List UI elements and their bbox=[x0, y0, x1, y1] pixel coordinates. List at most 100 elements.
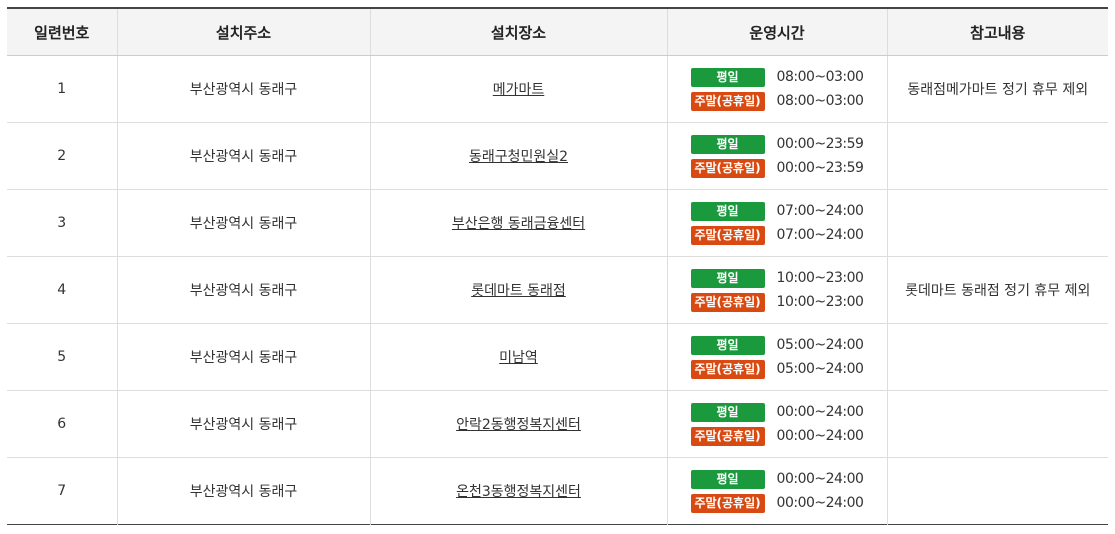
cell-hours: 평일 10:00~23:00 주말(공휴일) 10:00~23:00 bbox=[667, 256, 888, 324]
cell-address: 부산광역시 동래구 bbox=[117, 390, 371, 458]
place-link[interactable]: 부산은행 동래금융센터 bbox=[452, 216, 585, 232]
cell-address: 부산광역시 동래구 bbox=[117, 256, 371, 324]
cell-note bbox=[887, 390, 1108, 458]
cell-place: 메가마트 bbox=[370, 55, 668, 123]
table-row: 1 부산광역시 동래구 메가마트 평일 08:00~03:00 주말(공휴일) 08… bbox=[7, 55, 1108, 123]
table-row: 5 부산광역시 동래구 미남역 평일 05:00~24:00 주말(공휴일) 05:… bbox=[7, 323, 1108, 391]
weekday-hours: 00:00~23:59 bbox=[776, 136, 864, 152]
cell-serial-number: 3 bbox=[7, 189, 118, 257]
weekend-hours-line: 주말(공휴일) 07:00~24:00 bbox=[690, 223, 864, 247]
weekend-badge: 주말(공휴일) bbox=[690, 158, 765, 178]
weekday-hours: 00:00~24:00 bbox=[776, 471, 864, 487]
weekday-badge: 평일 bbox=[690, 201, 765, 221]
table-header: 일련번호 설치주소 설치장소 운영시간 참고내용 bbox=[7, 8, 1108, 56]
cell-hours: 평일 00:00~23:59 주말(공휴일) 00:00~23:59 bbox=[667, 122, 888, 190]
weekend-hours-line: 주말(공휴일) 00:00~23:59 bbox=[690, 156, 864, 180]
weekend-hours: 00:00~23:59 bbox=[776, 160, 864, 176]
weekend-hours: 05:00~24:00 bbox=[776, 361, 864, 377]
cell-note bbox=[887, 323, 1108, 391]
weekday-hours: 08:00~03:00 bbox=[776, 69, 864, 85]
table-row: 3 부산광역시 동래구 부산은행 동래금융센터 평일 07:00~24:00 주말… bbox=[7, 189, 1108, 257]
weekday-hours: 10:00~23:00 bbox=[776, 270, 864, 286]
hours-block: 평일 07:00~24:00 주말(공휴일) 07:00~24:00 bbox=[690, 199, 864, 247]
cell-note bbox=[887, 189, 1108, 257]
weekend-hours-line: 주말(공휴일) 08:00~03:00 bbox=[690, 89, 864, 113]
place-link[interactable]: 온천3동행정복지센터 bbox=[456, 484, 581, 500]
weekday-hours-line: 평일 08:00~03:00 bbox=[690, 65, 864, 89]
weekend-hours-line: 주말(공휴일) 10:00~23:00 bbox=[690, 290, 864, 314]
weekday-hours-line: 평일 00:00~24:00 bbox=[690, 467, 864, 491]
hours-block: 평일 10:00~23:00 주말(공휴일) 10:00~23:00 bbox=[690, 266, 864, 314]
weekend-hours-line: 주말(공휴일) 05:00~24:00 bbox=[690, 357, 864, 381]
weekend-hours-line: 주말(공휴일) 00:00~24:00 bbox=[690, 491, 864, 515]
weekday-badge: 평일 bbox=[690, 469, 765, 489]
table-row: 4 부산광역시 동래구 롯데마트 동래점 평일 10:00~23:00 주말(공휴… bbox=[7, 256, 1108, 324]
weekday-badge: 평일 bbox=[690, 134, 765, 154]
weekday-hours-line: 평일 05:00~24:00 bbox=[690, 333, 864, 357]
table-row: 2 부산광역시 동래구 동래구청민원실2 평일 00:00~23:59 주말(공휴… bbox=[7, 122, 1108, 190]
place-link[interactable]: 동래구청민원실2 bbox=[469, 149, 568, 165]
weekday-hours: 05:00~24:00 bbox=[776, 337, 864, 353]
hours-block: 평일 00:00~23:59 주말(공휴일) 00:00~23:59 bbox=[690, 132, 864, 180]
header-install-place: 설치장소 bbox=[370, 8, 668, 56]
cell-place: 부산은행 동래금융센터 bbox=[370, 189, 668, 257]
page: 일련번호 설치주소 설치장소 운영시간 참고내용 1 부산광역시 동래구 메가마… bbox=[0, 0, 1115, 534]
cell-hours: 평일 08:00~03:00 주말(공휴일) 08:00~03:00 bbox=[667, 55, 888, 123]
header-row: 일련번호 설치주소 설치장소 운영시간 참고내용 bbox=[7, 8, 1108, 56]
weekend-hours: 07:00~24:00 bbox=[776, 227, 864, 243]
weekend-hours: 08:00~03:00 bbox=[776, 93, 864, 109]
hours-block: 평일 00:00~24:00 주말(공휴일) 00:00~24:00 bbox=[690, 400, 864, 448]
place-link[interactable]: 안락2동행정복지센터 bbox=[456, 417, 581, 433]
cell-serial-number: 5 bbox=[7, 323, 118, 391]
header-install-address: 설치주소 bbox=[117, 8, 371, 56]
cell-address: 부산광역시 동래구 bbox=[117, 323, 371, 391]
header-serial-number: 일련번호 bbox=[7, 8, 118, 56]
location-table: 일련번호 설치주소 설치장소 운영시간 참고내용 1 부산광역시 동래구 메가마… bbox=[7, 7, 1108, 525]
table-row: 6 부산광역시 동래구 안락2동행정복지센터 평일 00:00~24:00 주말(… bbox=[7, 390, 1108, 458]
weekend-hours: 00:00~24:00 bbox=[776, 428, 864, 444]
cell-serial-number: 4 bbox=[7, 256, 118, 324]
weekend-badge: 주말(공휴일) bbox=[690, 359, 765, 379]
weekend-hours: 10:00~23:00 bbox=[776, 294, 864, 310]
header-operating-hours: 운영시간 bbox=[667, 8, 888, 56]
cell-note bbox=[887, 458, 1108, 525]
cell-address: 부산광역시 동래구 bbox=[117, 55, 371, 123]
weekday-badge: 평일 bbox=[690, 268, 765, 288]
weekend-badge: 주말(공휴일) bbox=[690, 493, 765, 513]
cell-note bbox=[887, 122, 1108, 190]
hours-block: 평일 08:00~03:00 주말(공휴일) 08:00~03:00 bbox=[690, 65, 864, 113]
header-notes: 참고내용 bbox=[887, 8, 1108, 56]
cell-place: 미남역 bbox=[370, 323, 668, 391]
cell-place: 안락2동행정복지센터 bbox=[370, 390, 668, 458]
weekday-hours-line: 평일 00:00~23:59 bbox=[690, 132, 864, 156]
cell-note: 롯데마트 동래점 정기 휴무 제외 bbox=[887, 256, 1108, 324]
cell-place: 롯데마트 동래점 bbox=[370, 256, 668, 324]
hours-block: 평일 05:00~24:00 주말(공휴일) 05:00~24:00 bbox=[690, 333, 864, 381]
cell-address: 부산광역시 동래구 bbox=[117, 189, 371, 257]
cell-address: 부산광역시 동래구 bbox=[117, 122, 371, 190]
place-link[interactable]: 메가마트 bbox=[493, 82, 545, 98]
cell-hours: 평일 07:00~24:00 주말(공휴일) 07:00~24:00 bbox=[667, 189, 888, 257]
cell-place: 동래구청민원실2 bbox=[370, 122, 668, 190]
cell-hours: 평일 00:00~24:00 주말(공휴일) 00:00~24:00 bbox=[667, 390, 888, 458]
weekday-badge: 평일 bbox=[690, 67, 765, 87]
cell-address: 부산광역시 동래구 bbox=[117, 457, 371, 525]
weekend-badge: 주말(공휴일) bbox=[690, 225, 765, 245]
weekday-hours-line: 평일 10:00~23:00 bbox=[690, 266, 864, 290]
cell-serial-number: 1 bbox=[7, 55, 118, 123]
weekend-hours-line: 주말(공휴일) 00:00~24:00 bbox=[690, 424, 864, 448]
weekday-hours-line: 평일 00:00~24:00 bbox=[690, 400, 864, 424]
cell-hours: 평일 05:00~24:00 주말(공휴일) 05:00~24:00 bbox=[667, 323, 888, 391]
weekend-hours: 00:00~24:00 bbox=[776, 495, 864, 511]
weekday-hours: 07:00~24:00 bbox=[776, 203, 864, 219]
place-link[interactable]: 미남역 bbox=[499, 350, 538, 366]
hours-block: 평일 00:00~24:00 주말(공휴일) 00:00~24:00 bbox=[690, 467, 864, 515]
cell-serial-number: 2 bbox=[7, 122, 118, 190]
table-body: 1 부산광역시 동래구 메가마트 평일 08:00~03:00 주말(공휴일) 08… bbox=[7, 55, 1108, 525]
cell-serial-number: 7 bbox=[7, 457, 118, 525]
cell-place: 온천3동행정복지센터 bbox=[370, 457, 668, 525]
weekend-badge: 주말(공휴일) bbox=[690, 426, 765, 446]
place-link[interactable]: 롯데마트 동래점 bbox=[471, 283, 566, 299]
cell-hours: 평일 00:00~24:00 주말(공휴일) 00:00~24:00 bbox=[667, 457, 888, 525]
weekday-hours: 00:00~24:00 bbox=[776, 404, 864, 420]
